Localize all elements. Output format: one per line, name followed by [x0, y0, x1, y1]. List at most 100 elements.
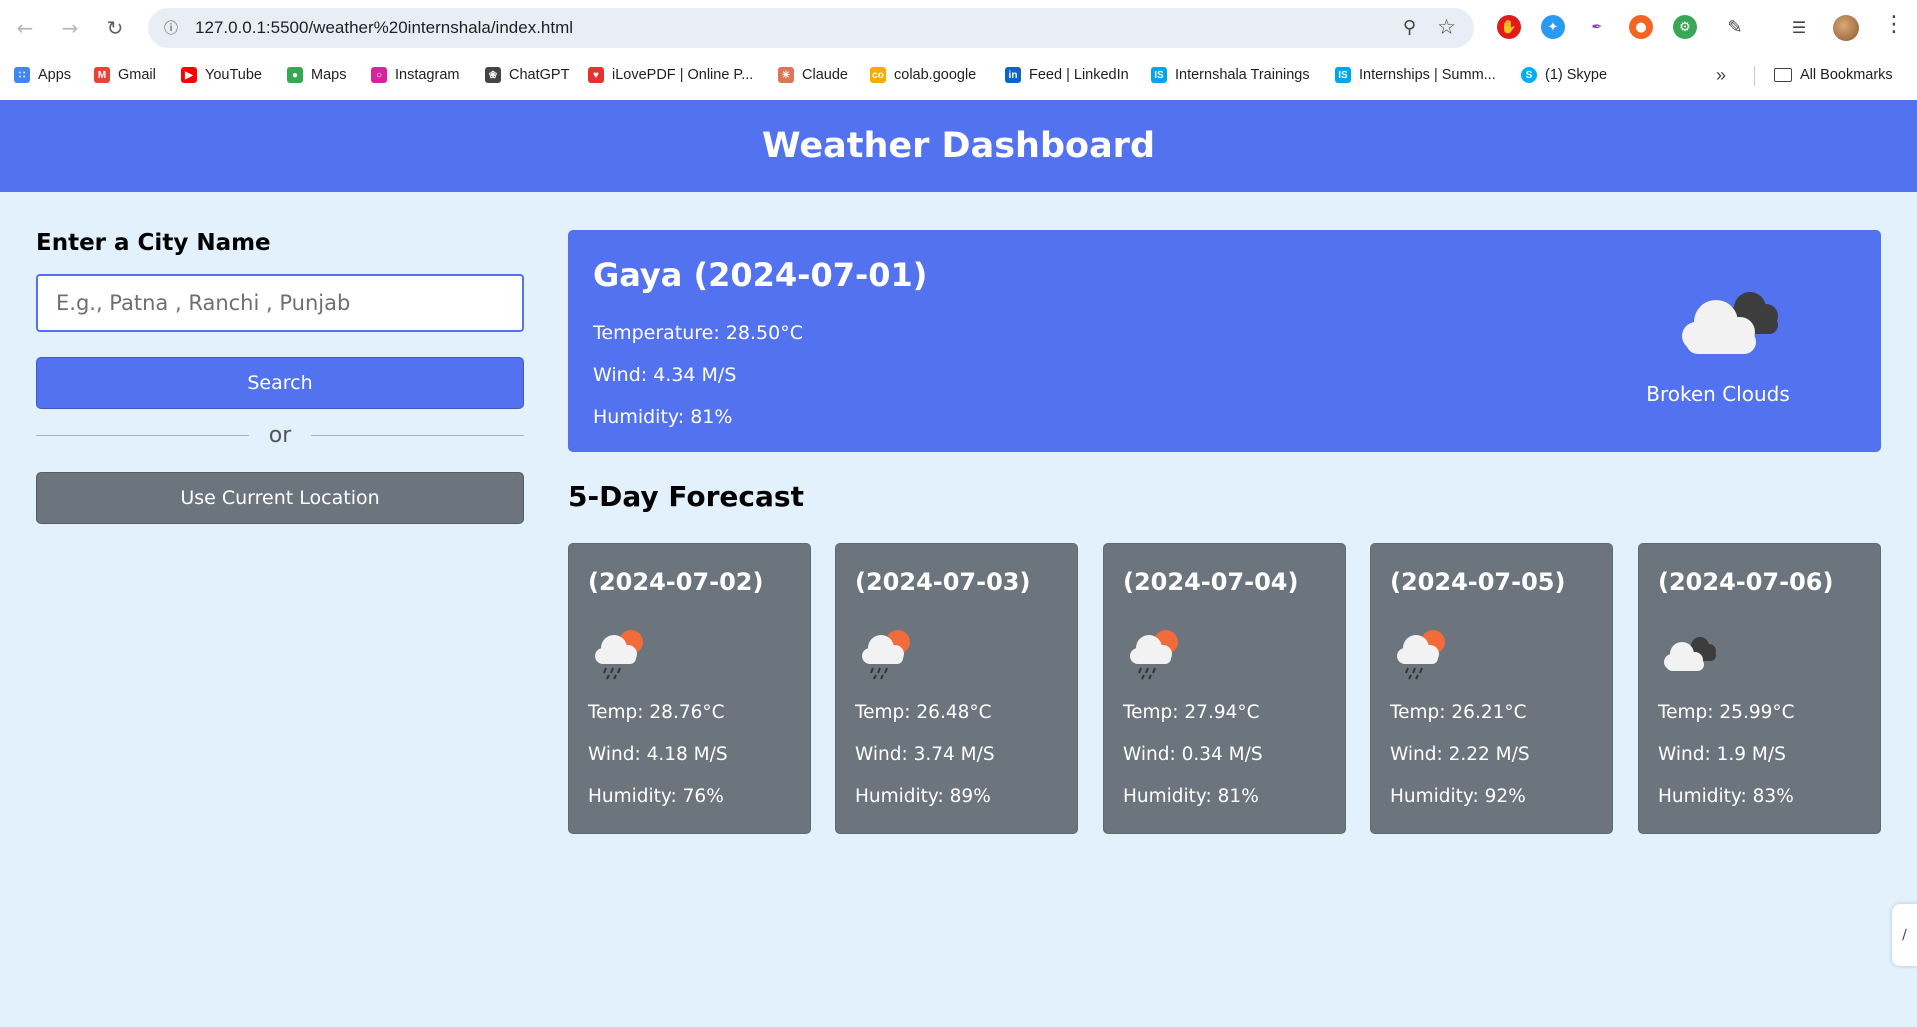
browser-toolbar: ← → ↻ ⓘ 127.0.0.1:5500/weather%20interns… — [0, 0, 1917, 56]
browser-menu-icon[interactable]: ⋮ — [1883, 12, 1905, 37]
chatgpt-icon: ❀ — [485, 67, 501, 83]
bookmark-linkedin[interactable]: in Feed | LinkedIn — [1005, 63, 1129, 87]
forecast-temp: Temp: 28.76°C — [588, 702, 725, 723]
forecast-card: (2024-07-05) Temp: 26.21°C Wind: 2.22 M/… — [1370, 543, 1613, 834]
search-button[interactable]: Search — [36, 357, 524, 409]
extension-bird-icon[interactable]: ✦ — [1541, 15, 1565, 39]
forecast-title: 5-Day Forecast — [568, 480, 804, 513]
extension-adblock-icon[interactable]: ✋ — [1497, 15, 1521, 39]
bookmark-ilovepdf[interactable]: ♥ iLovePDF | Online P... — [588, 63, 753, 87]
divider-line — [36, 434, 249, 436]
bookmark-label: Apps — [38, 67, 72, 83]
forecast-date: (2024-07-04) — [1123, 568, 1299, 596]
bookmark-colab[interactable]: co colab.google — [870, 63, 976, 87]
page-title: Weather Dashboard — [762, 126, 1155, 166]
bookmark-label: Internships | Summ... — [1359, 67, 1496, 83]
forecast-wind: Wind: 1.9 M/S — [1658, 744, 1786, 765]
forward-icon[interactable]: → — [56, 14, 84, 42]
profile-avatar[interactable] — [1833, 15, 1859, 41]
current-temperature: Temperature: 28.50°C — [593, 322, 803, 344]
bookmark-label: ChatGPT — [509, 67, 570, 83]
extensions-puzzle-icon[interactable]: ✎ — [1723, 15, 1747, 39]
current-wind: Wind: 4.34 M/S — [593, 364, 737, 386]
maps-icon: ● — [287, 67, 303, 83]
site-info-icon[interactable]: ⓘ — [160, 17, 182, 39]
bookmark-label: YouTube — [205, 67, 262, 83]
search-panel: Enter a City Name Search or Use Current … — [36, 230, 525, 524]
claude-icon: ✳ — [778, 67, 794, 83]
bookmark-label: Gmail — [118, 67, 156, 83]
use-location-button[interactable]: Use Current Location — [36, 472, 524, 524]
forecast-date: (2024-07-03) — [855, 568, 1031, 596]
forecast-humidity: Humidity: 92% — [1390, 786, 1526, 807]
side-panel-toggle-icon[interactable]: ∕ — [1892, 904, 1917, 966]
divider-line — [311, 434, 525, 436]
forecast-card: (2024-07-06) Temp: 25.99°C Wind: 1.9 M/S… — [1638, 543, 1881, 834]
current-weather-card: Gaya (2024-07-01) Temperature: 28.50°C W… — [568, 230, 1881, 452]
browser-chrome: ← → ↻ ⓘ 127.0.0.1:5500/weather%20interns… — [0, 0, 1917, 100]
extension-circle-icon[interactable]: ● — [1629, 15, 1653, 39]
forecast-date: (2024-07-06) — [1658, 568, 1834, 596]
bookmark-star-icon[interactable]: ☆ — [1437, 15, 1456, 39]
reading-list-icon[interactable]: ☰ — [1787, 15, 1811, 39]
bookmark-chatgpt[interactable]: ❀ ChatGPT — [485, 63, 569, 87]
rain-sun-icon — [851, 622, 921, 682]
bookmark-label: iLovePDF | Online P... — [612, 67, 754, 83]
location-pin-icon[interactable]: ⚲ — [1403, 17, 1416, 38]
forecast-humidity: Humidity: 76% — [588, 786, 724, 807]
bookmark-instagram[interactable]: ○ Instagram — [371, 63, 459, 87]
bookmark-internshala-trainings[interactable]: IS Internshala Trainings — [1151, 63, 1310, 87]
forecast-humidity: Humidity: 89% — [855, 786, 991, 807]
internshala-icon: IS — [1335, 67, 1351, 83]
forecast-wind: Wind: 2.22 M/S — [1390, 744, 1530, 765]
bookmark-gmail[interactable]: M Gmail — [94, 63, 156, 87]
skype-icon: S — [1521, 67, 1537, 83]
address-bar[interactable]: ⓘ 127.0.0.1:5500/weather%20internshala/i… — [148, 8, 1474, 48]
internshala-trainings-icon: IS — [1151, 67, 1167, 83]
forecast-humidity: Humidity: 83% — [1658, 786, 1794, 807]
current-city-date: Gaya (2024-07-01) — [593, 256, 928, 294]
broken-clouds-icon — [1658, 270, 1798, 390]
ilovepdf-icon: ♥ — [588, 67, 604, 83]
rain-sun-icon — [1119, 622, 1189, 682]
colab-icon: co — [870, 67, 886, 83]
forecast-temp: Temp: 26.21°C — [1390, 702, 1527, 723]
forecast-card: (2024-07-02) Temp: 28.76°C Wind: 4.18 M/… — [568, 543, 811, 834]
page: Weather Dashboard Enter a City Name Sear… — [0, 100, 1917, 1027]
bookmark-internships[interactable]: IS Internships | Summ... — [1335, 63, 1496, 87]
forecast-temp: Temp: 27.94°C — [1123, 702, 1260, 723]
bookmark-skype[interactable]: S (1) Skype — [1521, 63, 1607, 87]
forecast-wind: Wind: 4.18 M/S — [588, 744, 728, 765]
bookmark-apps[interactable]: ∷ Apps — [14, 63, 71, 87]
or-divider: or — [36, 420, 525, 450]
youtube-icon: ▶ — [181, 67, 197, 83]
current-description: Broken Clouds — [1646, 382, 1790, 406]
gmail-icon: M — [94, 67, 110, 83]
bookmark-label: Maps — [311, 67, 347, 83]
bookmark-label: colab.google — [894, 67, 977, 83]
bookmark-label: Feed | LinkedIn — [1029, 67, 1129, 83]
bookmark-youtube[interactable]: ▶ YouTube — [181, 63, 262, 87]
url-text[interactable]: 127.0.0.1:5500/weather%20internshala/ind… — [195, 18, 573, 38]
rain-sun-icon — [584, 622, 654, 682]
bookmark-label: Internshala Trainings — [1175, 67, 1310, 83]
forecast-temp: Temp: 25.99°C — [1658, 702, 1795, 723]
forecast-wind: Wind: 3.74 M/S — [855, 744, 995, 765]
forecast-list: (2024-07-02) Temp: 28.76°C Wind: 4.18 M/… — [568, 543, 1881, 835]
extension-robot-icon[interactable]: ⚙ — [1673, 15, 1697, 39]
divider-text: or — [268, 422, 292, 448]
app-header: Weather Dashboard — [0, 100, 1917, 192]
bookmark-maps[interactable]: ● Maps — [287, 63, 346, 87]
city-input[interactable] — [36, 274, 524, 332]
all-bookmarks[interactable]: All Bookmarks — [1774, 63, 1893, 87]
bookmark-claude[interactable]: ✳ Claude — [778, 63, 848, 87]
bookmark-label: (1) Skype — [1545, 67, 1608, 83]
reload-icon[interactable]: ↻ — [101, 14, 129, 42]
more-bookmarks-icon[interactable]: » — [1716, 63, 1726, 87]
instagram-icon: ○ — [371, 67, 387, 83]
bookmark-label: Claude — [802, 67, 848, 83]
folder-icon — [1774, 68, 1792, 82]
extension-pen-icon[interactable]: ✒ — [1585, 15, 1609, 39]
bookmarks-separator — [1754, 66, 1755, 86]
back-icon[interactable]: ← — [11, 14, 39, 42]
